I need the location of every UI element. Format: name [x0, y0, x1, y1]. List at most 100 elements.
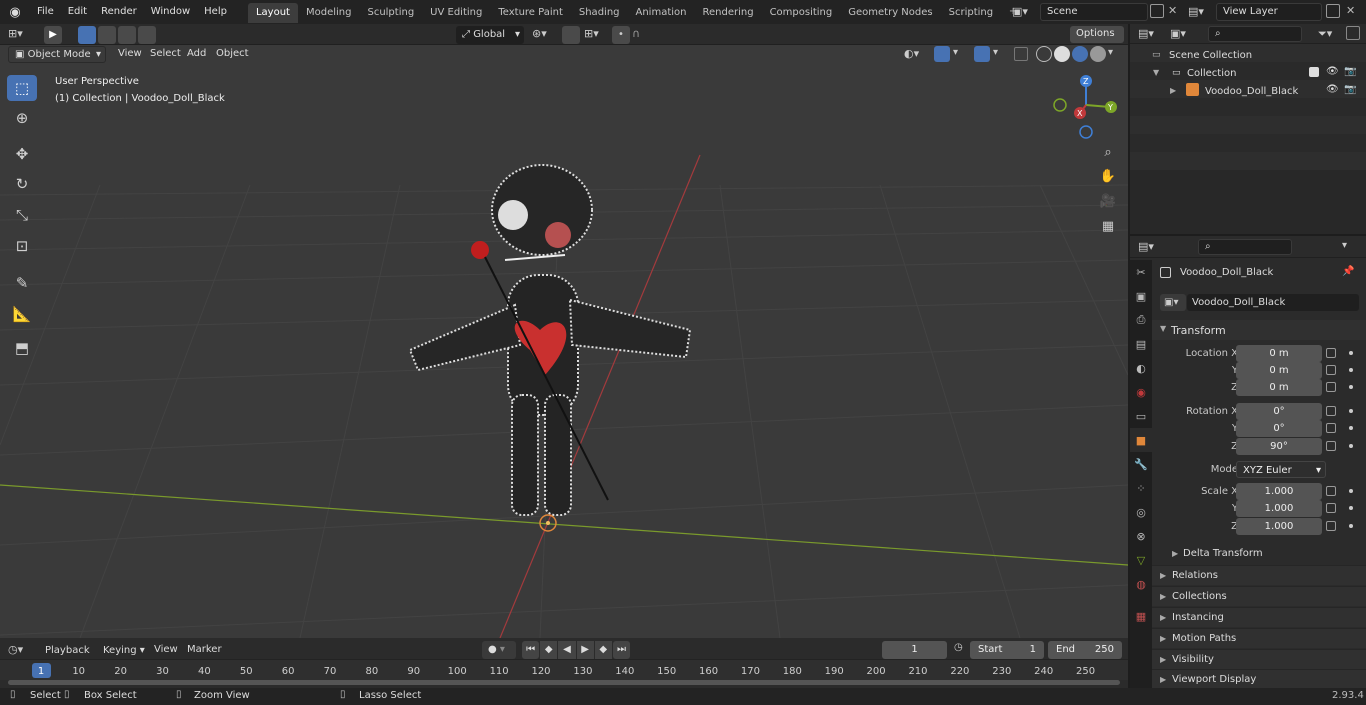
zoom-icon[interactable]: ⌕ [1096, 141, 1120, 163]
tab-geometry-nodes[interactable]: Geometry Nodes [840, 3, 940, 23]
lock-icon[interactable] [1326, 382, 1336, 392]
current-frame-field[interactable]: 1 [882, 641, 947, 659]
tweak-select-tool-icon[interactable]: ⬚ [7, 75, 37, 101]
menu-window[interactable]: Window [144, 0, 197, 24]
tab-compositing[interactable]: Compositing [762, 3, 841, 23]
solid-shading-icon[interactable] [1054, 46, 1070, 62]
outliner-editor-type-icon[interactable]: ▤▾ [1138, 27, 1154, 40]
camera-view-icon[interactable]: 🎥 [1096, 190, 1120, 212]
view-layer-field[interactable]: View Layer [1216, 3, 1322, 21]
constraints-tab-icon[interactable]: ⊗ [1130, 524, 1152, 548]
scale-z-field[interactable]: 1.000 [1236, 518, 1322, 535]
material-tab-icon[interactable]: ◍ [1130, 572, 1152, 596]
end-frame-field[interactable]: End 250 [1048, 641, 1122, 659]
menu-edit[interactable]: Edit [61, 0, 94, 24]
gizmo-dropdown-icon[interactable]: ▾ [953, 47, 958, 58]
voodoo-doll-model[interactable] [408, 164, 692, 516]
delete-view-layer-icon[interactable]: ✕ [1346, 4, 1355, 17]
tab-layout[interactable]: Layout [247, 3, 298, 23]
tool-tab-icon[interactable]: ✂ [1130, 260, 1152, 284]
3d-viewport[interactable]: Z Y X User Perspective (1) Collection | … [0, 45, 1128, 638]
visibility-icon[interactable]: ◐▾ [904, 47, 928, 60]
transform-expand-icon[interactable]: ▼ [1160, 324, 1166, 333]
rotation-mode-dropdown[interactable]: XYZ Euler ▾ [1236, 461, 1326, 478]
timeline-view-menu[interactable]: View [154, 644, 178, 655]
keyframe-dot-icon[interactable] [1349, 385, 1353, 389]
modifier-tab-icon[interactable]: 🔧 [1130, 452, 1152, 476]
material-shading-icon[interactable] [1072, 46, 1088, 62]
shading-dropdown-icon[interactable]: ▾ [1108, 47, 1113, 58]
object-mode-dropdown[interactable]: ▣ Object Mode ▾ [8, 46, 106, 63]
lock-icon[interactable] [1326, 406, 1336, 416]
particles-tab-icon[interactable]: ⁘ [1130, 476, 1152, 500]
keyframe-dot-icon[interactable] [1349, 524, 1353, 528]
scale-y-field[interactable]: 1.000 [1236, 500, 1322, 517]
rotation-z-field[interactable]: 90° [1236, 438, 1322, 455]
gizmo-toggle-icon[interactable] [934, 46, 950, 62]
select-subtract-icon[interactable] [118, 26, 136, 44]
lock-icon[interactable] [1326, 503, 1336, 513]
lock-icon[interactable] [1326, 423, 1336, 433]
collection-eye-icon[interactable]: 👁 [1326, 66, 1339, 77]
physics-tab-icon[interactable]: ◎ [1130, 500, 1152, 524]
visibility-panel[interactable]: ▶ Visibility [1152, 649, 1366, 669]
rotation-x-field[interactable]: 0° [1236, 403, 1322, 420]
start-frame-field[interactable]: Start 1 [970, 641, 1044, 659]
properties-options-icon[interactable]: ▾ [1342, 240, 1347, 251]
object-eye-icon[interactable]: 👁 [1326, 84, 1339, 95]
location-z-field[interactable]: 0 m [1236, 379, 1322, 396]
select-new-icon[interactable] [78, 26, 96, 44]
delta-expand-icon[interactable]: ▶ [1172, 549, 1178, 558]
view-layer-tab-icon[interactable]: ▤ [1130, 332, 1152, 356]
filter-icon[interactable]: ⏷▾ [1318, 27, 1332, 41]
editor-type-icon[interactable]: ⊞▾ [8, 27, 36, 43]
collections-panel[interactable]: ▶ Collections [1152, 586, 1366, 606]
motion-paths-panel[interactable]: ▶ Motion Paths [1152, 628, 1366, 648]
delete-scene-icon[interactable]: ✕ [1168, 4, 1177, 17]
new-scene-icon[interactable] [1150, 4, 1164, 18]
lock-icon[interactable] [1326, 365, 1336, 375]
jump-keyframe-forward-icon[interactable]: ◆ [594, 641, 612, 659]
options-dropdown[interactable]: Options ▾ [1070, 26, 1124, 55]
keyframe-dot-icon[interactable] [1349, 444, 1353, 448]
xray-icon[interactable] [1014, 47, 1028, 61]
location-x-field[interactable]: 0 m [1236, 345, 1322, 362]
outliner-scene-collection[interactable]: Scene Collection [1169, 50, 1252, 61]
tab-sculpting[interactable]: Sculpting [359, 3, 422, 23]
cursor-tool-icon[interactable]: ⊕ [7, 105, 37, 131]
texture-tab-icon[interactable]: ▦ [1130, 604, 1152, 628]
timeline-editor-type-icon[interactable]: ◷▾ [8, 643, 23, 656]
instancing-panel[interactable]: ▶ Instancing [1152, 607, 1366, 627]
overlays-icon[interactable] [974, 46, 990, 62]
navigation-gizmo[interactable]: Z Y X [1053, 75, 1117, 139]
outliner-collection[interactable]: Collection [1187, 68, 1236, 79]
move-tool-icon[interactable]: ✥ [7, 141, 37, 167]
view-layer-browse-icon[interactable]: ▤▾ [1188, 3, 1214, 21]
scale-tool-icon[interactable]: ⤡ [7, 202, 37, 228]
select-tool-icon[interactable]: ▶ [44, 26, 62, 44]
blender-logo-icon[interactable]: ◉ [0, 5, 30, 20]
properties-search-input[interactable]: ⌕ [1198, 239, 1292, 255]
transform-tool-icon[interactable]: ⊡ [7, 233, 37, 259]
lock-icon[interactable] [1326, 486, 1336, 496]
add-cube-tool-icon[interactable]: ⬒ [7, 335, 37, 361]
jump-end-icon[interactable]: ⏭ [612, 641, 631, 659]
lock-icon[interactable] [1326, 348, 1336, 358]
object-browse-icon[interactable]: ▣▾ [1160, 294, 1186, 311]
collection-checkbox[interactable] [1309, 67, 1319, 77]
timeline-marker-menu[interactable]: Marker [187, 644, 222, 655]
world-tab-icon[interactable]: ◉ [1130, 380, 1152, 404]
location-y-field[interactable]: 0 m [1236, 362, 1322, 379]
tab-animation[interactable]: Animation [628, 3, 695, 23]
measure-tool-icon[interactable]: 📐 [7, 301, 37, 327]
snap-icon[interactable] [562, 26, 580, 44]
collection-camera-icon[interactable]: 📷 [1344, 66, 1356, 77]
pin-icon[interactable]: 📌 [1342, 266, 1354, 277]
new-collection-icon[interactable] [1346, 26, 1360, 40]
keyframe-dot-icon[interactable] [1349, 351, 1353, 355]
object-expand-icon[interactable]: ▶ [1170, 86, 1176, 95]
pivot-point-icon[interactable]: ⊛▾ [532, 27, 556, 40]
select-intersect-icon[interactable] [138, 26, 156, 44]
data-tab-icon[interactable]: ▽ [1130, 548, 1152, 572]
lock-icon[interactable] [1326, 521, 1336, 531]
